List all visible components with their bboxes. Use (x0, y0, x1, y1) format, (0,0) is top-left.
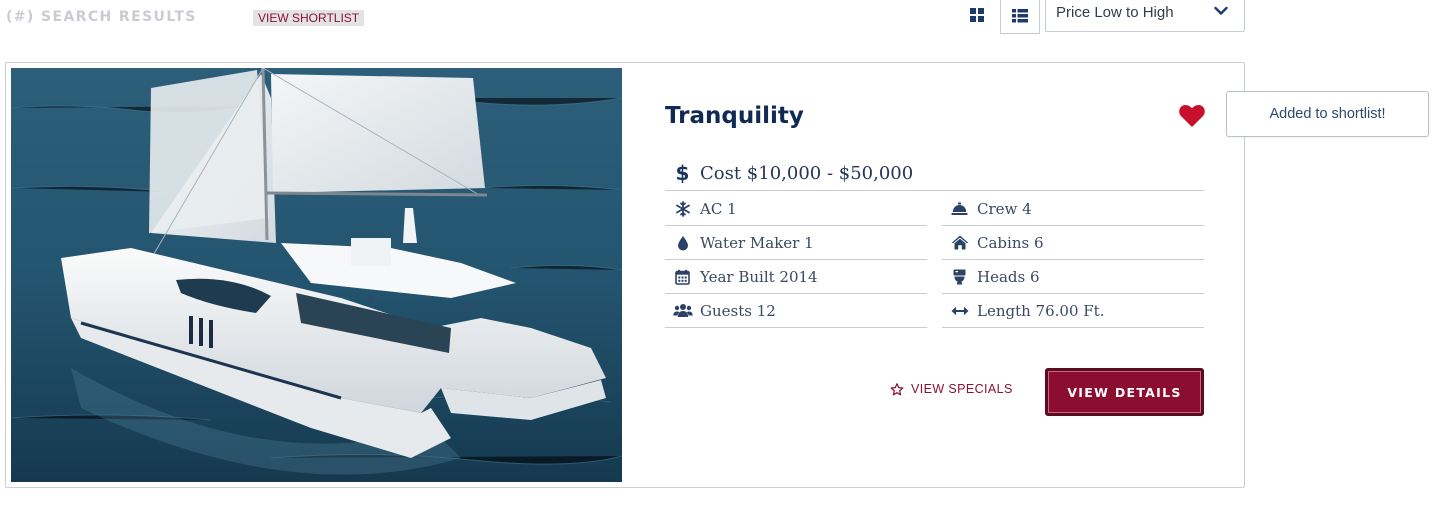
spec-ac: AC 1 (665, 192, 927, 226)
chevron-down-icon (1214, 6, 1228, 15)
view-specials-link[interactable]: VIEW SPECIALS (890, 382, 1013, 396)
spec-length-text: Length 76.00 Ft. (977, 301, 1105, 320)
spec-guests-text: Guests 12 (700, 301, 776, 320)
sort-dropdown[interactable]: Price Low to High (1045, 0, 1245, 32)
yacht-photo[interactable] (11, 68, 622, 482)
toilet-icon (942, 260, 977, 293)
spec-water-maker-text: Water Maker 1 (700, 233, 814, 252)
spec-length: Length 76.00 Ft. (942, 294, 1204, 328)
view-shortlist-link[interactable]: VIEW SHORTLIST (253, 10, 365, 26)
calendar-icon (665, 260, 700, 293)
spec-cabins-text: Cabins 6 (977, 233, 1044, 252)
view-specials-label: VIEW SPECIALS (911, 382, 1013, 396)
spec-water-maker: Water Maker 1 (665, 226, 927, 260)
list-view-icon (1012, 9, 1028, 23)
snowflake-icon (665, 192, 700, 225)
yacht-name[interactable]: Tranquility (665, 103, 804, 129)
spec-crew-text: Crew 4 (977, 199, 1032, 218)
home-icon (942, 226, 977, 259)
cost-text: Cost $10,000 - $50,000 (700, 162, 914, 184)
search-results-count: (#) SEARCH RESULTS (6, 9, 197, 25)
grid-view-icon (970, 8, 984, 22)
spec-cabins: Cabins 6 (942, 226, 1204, 260)
arrows-horizontal-icon (942, 294, 977, 327)
shortlist-toast: Added to shortlist! (1226, 91, 1429, 137)
favorite-button[interactable] (1178, 103, 1206, 129)
list-view-button[interactable] (1000, 0, 1040, 34)
water-drop-icon (665, 226, 700, 259)
spec-ac-text: AC 1 (700, 199, 737, 218)
service-bell-icon (942, 192, 977, 225)
spec-crew: Crew 4 (942, 192, 1204, 226)
dollar-icon: $ (675, 161, 690, 185)
cost-row: $ Cost $10,000 - $50,000 (665, 156, 1204, 191)
spec-heads-text: Heads 6 (977, 267, 1040, 286)
spec-guests: Guests 12 (665, 294, 927, 328)
yacht-listing-card: Tranquility $ Cost $10,000 - $50,000 AC … (5, 62, 1245, 488)
star-outline-icon (890, 382, 904, 395)
heart-icon (1179, 105, 1205, 127)
guests-icon (665, 294, 700, 327)
grid-view-button[interactable] (962, 0, 992, 30)
spec-heads: Heads 6 (942, 260, 1204, 294)
spec-year-built-text: Year Built 2014 (700, 267, 818, 286)
view-details-button[interactable]: VIEW DETAILS (1045, 368, 1204, 416)
sort-selected-value: Price Low to High (1056, 4, 1174, 21)
spec-year-built: Year Built 2014 (665, 260, 927, 294)
